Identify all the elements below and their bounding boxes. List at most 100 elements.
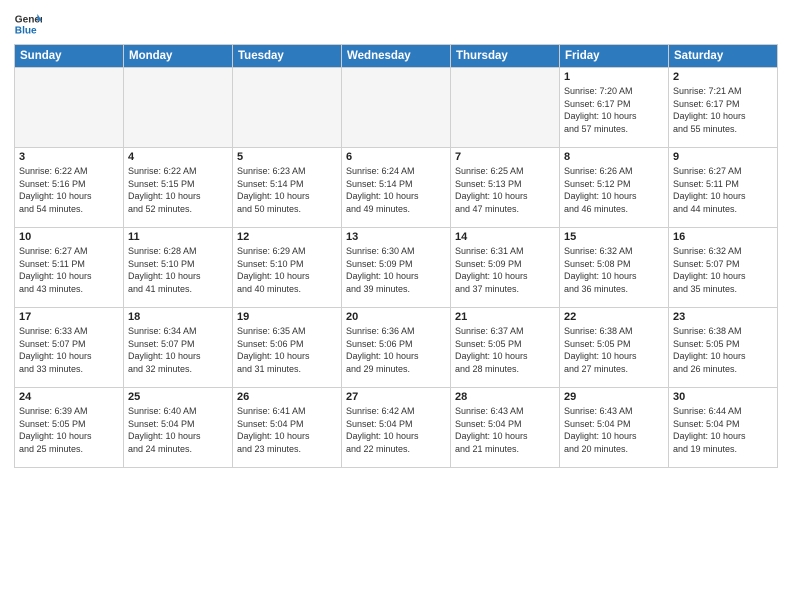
- day-cell-29: 29 Sunrise: 6:43 AM Sunset: 5:04 PM Dayli…: [560, 388, 669, 468]
- day-number: 20: [346, 311, 446, 323]
- day-cell-9: 9 Sunrise: 6:27 AM Sunset: 5:11 PM Daylig…: [669, 148, 778, 228]
- weekday-header-friday: Friday: [560, 45, 669, 68]
- day-cell-27: 27 Sunrise: 6:42 AM Sunset: 5:04 PM Dayli…: [342, 388, 451, 468]
- weekday-header-row: SundayMondayTuesdayWednesdayThursdayFrid…: [15, 45, 778, 68]
- header: General Blue: [14, 10, 778, 38]
- day-cell-19: 19 Sunrise: 6:35 AM Sunset: 5:06 PM Dayli…: [233, 308, 342, 388]
- day-cell-empty-0: [15, 68, 124, 148]
- day-number: 2: [673, 71, 773, 83]
- day-info: Sunrise: 6:29 AM Sunset: 5:10 PM Dayligh…: [237, 245, 337, 295]
- day-info: Sunrise: 6:27 AM Sunset: 5:11 PM Dayligh…: [19, 245, 119, 295]
- day-info: Sunrise: 6:39 AM Sunset: 5:05 PM Dayligh…: [19, 405, 119, 455]
- svg-text:Blue: Blue: [15, 25, 37, 36]
- day-cell-6: 6Sunrise: 6:24 AM Sunset: 5:14 PM Daylig…: [342, 148, 451, 228]
- day-info: Sunrise: 6:40 AM Sunset: 5:04 PM Dayligh…: [128, 405, 228, 455]
- day-info: Sunrise: 6:22 AM Sunset: 5:16 PM Dayligh…: [19, 165, 119, 215]
- day-info: Sunrise: 6:37 AM Sunset: 5:05 PM Dayligh…: [455, 325, 555, 375]
- day-cell-10: 10 Sunrise: 6:27 AM Sunset: 5:11 PM Dayli…: [15, 228, 124, 308]
- day-cell-4: 4 Sunrise: 6:22 AM Sunset: 5:15 PM Daylig…: [124, 148, 233, 228]
- day-info: Sunrise: 6:36 AM Sunset: 5:06 PM Dayligh…: [346, 325, 446, 375]
- day-number: 8: [564, 151, 664, 163]
- day-info: Sunrise: 6:32 AM Sunset: 5:07 PM Dayligh…: [673, 245, 773, 295]
- day-cell-7: 7Sunrise: 6:25 AM Sunset: 5:13 PM Daylig…: [451, 148, 560, 228]
- day-number: 1: [564, 71, 664, 83]
- day-info: Sunrise: 6:26 AM Sunset: 5:12 PM Dayligh…: [564, 165, 664, 215]
- day-number: 26: [237, 391, 337, 403]
- day-info: Sunrise: 6:34 AM Sunset: 5:07 PM Dayligh…: [128, 325, 228, 375]
- page-container: General Blue SundayMondayTuesdayWednesda…: [0, 0, 792, 476]
- day-number: 13: [346, 231, 446, 243]
- day-number: 19: [237, 311, 337, 323]
- day-number: 9: [673, 151, 773, 163]
- day-cell-14: 14 Sunrise: 6:31 AM Sunset: 5:09 PM Dayli…: [451, 228, 560, 308]
- weekday-header-sunday: Sunday: [15, 45, 124, 68]
- day-cell-26: 26 Sunrise: 6:41 AM Sunset: 5:04 PM Dayli…: [233, 388, 342, 468]
- day-cell-16: 16 Sunrise: 6:32 AM Sunset: 5:07 PM Dayli…: [669, 228, 778, 308]
- day-info: Sunrise: 6:27 AM Sunset: 5:11 PM Dayligh…: [673, 165, 773, 215]
- day-number: 4: [128, 151, 228, 163]
- day-number: 22: [564, 311, 664, 323]
- day-number: 15: [564, 231, 664, 243]
- day-cell-28: 28Sunrise: 6:43 AM Sunset: 5:04 PM Dayli…: [451, 388, 560, 468]
- day-info: Sunrise: 6:41 AM Sunset: 5:04 PM Dayligh…: [237, 405, 337, 455]
- day-number: 17: [19, 311, 119, 323]
- day-info: Sunrise: 6:30 AM Sunset: 5:09 PM Dayligh…: [346, 245, 446, 295]
- day-cell-18: 18Sunrise: 6:34 AM Sunset: 5:07 PM Dayli…: [124, 308, 233, 388]
- day-cell-22: 22 Sunrise: 6:38 AM Sunset: 5:05 PM Dayli…: [560, 308, 669, 388]
- day-number: 23: [673, 311, 773, 323]
- weekday-header-tuesday: Tuesday: [233, 45, 342, 68]
- day-cell-empty-2: [233, 68, 342, 148]
- day-info: Sunrise: 6:31 AM Sunset: 5:09 PM Dayligh…: [455, 245, 555, 295]
- day-number: 16: [673, 231, 773, 243]
- day-cell-15: 15 Sunrise: 6:32 AM Sunset: 5:08 PM Dayli…: [560, 228, 669, 308]
- day-cell-empty-3: [342, 68, 451, 148]
- day-number: 27: [346, 391, 446, 403]
- day-cell-30: 30Sunrise: 6:44 AM Sunset: 5:04 PM Dayli…: [669, 388, 778, 468]
- day-info: Sunrise: 6:25 AM Sunset: 5:13 PM Dayligh…: [455, 165, 555, 215]
- day-number: 10: [19, 231, 119, 243]
- day-cell-11: 11 Sunrise: 6:28 AM Sunset: 5:10 PM Dayli…: [124, 228, 233, 308]
- week-row-4: 17 Sunrise: 6:33 AM Sunset: 5:07 PM Dayli…: [15, 308, 778, 388]
- day-number: 29: [564, 391, 664, 403]
- day-number: 12: [237, 231, 337, 243]
- day-info: Sunrise: 6:28 AM Sunset: 5:10 PM Dayligh…: [128, 245, 228, 295]
- day-info: Sunrise: 7:21 AM Sunset: 6:17 PM Dayligh…: [673, 85, 773, 135]
- day-cell-empty-1: [124, 68, 233, 148]
- day-cell-13: 13 Sunrise: 6:30 AM Sunset: 5:09 PM Dayli…: [342, 228, 451, 308]
- calendar-table: SundayMondayTuesdayWednesdayThursdayFrid…: [14, 44, 778, 468]
- day-info: Sunrise: 6:22 AM Sunset: 5:15 PM Dayligh…: [128, 165, 228, 215]
- day-info: Sunrise: 6:33 AM Sunset: 5:07 PM Dayligh…: [19, 325, 119, 375]
- weekday-header-thursday: Thursday: [451, 45, 560, 68]
- day-number: 21: [455, 311, 555, 323]
- day-cell-empty-4: [451, 68, 560, 148]
- day-number: 14: [455, 231, 555, 243]
- day-info: Sunrise: 6:35 AM Sunset: 5:06 PM Dayligh…: [237, 325, 337, 375]
- day-number: 11: [128, 231, 228, 243]
- day-number: 25: [128, 391, 228, 403]
- day-info: Sunrise: 6:32 AM Sunset: 5:08 PM Dayligh…: [564, 245, 664, 295]
- day-number: 6: [346, 151, 446, 163]
- day-cell-23: 23Sunrise: 6:38 AM Sunset: 5:05 PM Dayli…: [669, 308, 778, 388]
- day-cell-1: 1 Sunrise: 7:20 AM Sunset: 6:17 PM Daylig…: [560, 68, 669, 148]
- day-cell-24: 24 Sunrise: 6:39 AM Sunset: 5:05 PM Dayli…: [15, 388, 124, 468]
- day-info: Sunrise: 6:42 AM Sunset: 5:04 PM Dayligh…: [346, 405, 446, 455]
- day-info: Sunrise: 6:43 AM Sunset: 5:04 PM Dayligh…: [564, 405, 664, 455]
- day-cell-3: 3Sunrise: 6:22 AM Sunset: 5:16 PM Daylig…: [15, 148, 124, 228]
- day-number: 24: [19, 391, 119, 403]
- day-info: Sunrise: 6:23 AM Sunset: 5:14 PM Dayligh…: [237, 165, 337, 215]
- day-cell-25: 25 Sunrise: 6:40 AM Sunset: 5:04 PM Dayli…: [124, 388, 233, 468]
- day-info: Sunrise: 6:43 AM Sunset: 5:04 PM Dayligh…: [455, 405, 555, 455]
- day-cell-12: 12 Sunrise: 6:29 AM Sunset: 5:10 PM Dayli…: [233, 228, 342, 308]
- week-row-2: 3Sunrise: 6:22 AM Sunset: 5:16 PM Daylig…: [15, 148, 778, 228]
- weekday-header-wednesday: Wednesday: [342, 45, 451, 68]
- day-info: Sunrise: 6:38 AM Sunset: 5:05 PM Dayligh…: [564, 325, 664, 375]
- logo-icon: General Blue: [14, 10, 42, 38]
- day-cell-17: 17 Sunrise: 6:33 AM Sunset: 5:07 PM Dayli…: [15, 308, 124, 388]
- weekday-header-monday: Monday: [124, 45, 233, 68]
- logo: General Blue: [14, 10, 42, 38]
- week-row-3: 10 Sunrise: 6:27 AM Sunset: 5:11 PM Dayli…: [15, 228, 778, 308]
- day-number: 30: [673, 391, 773, 403]
- weekday-header-saturday: Saturday: [669, 45, 778, 68]
- day-info: Sunrise: 7:20 AM Sunset: 6:17 PM Dayligh…: [564, 85, 664, 135]
- week-row-1: 1 Sunrise: 7:20 AM Sunset: 6:17 PM Daylig…: [15, 68, 778, 148]
